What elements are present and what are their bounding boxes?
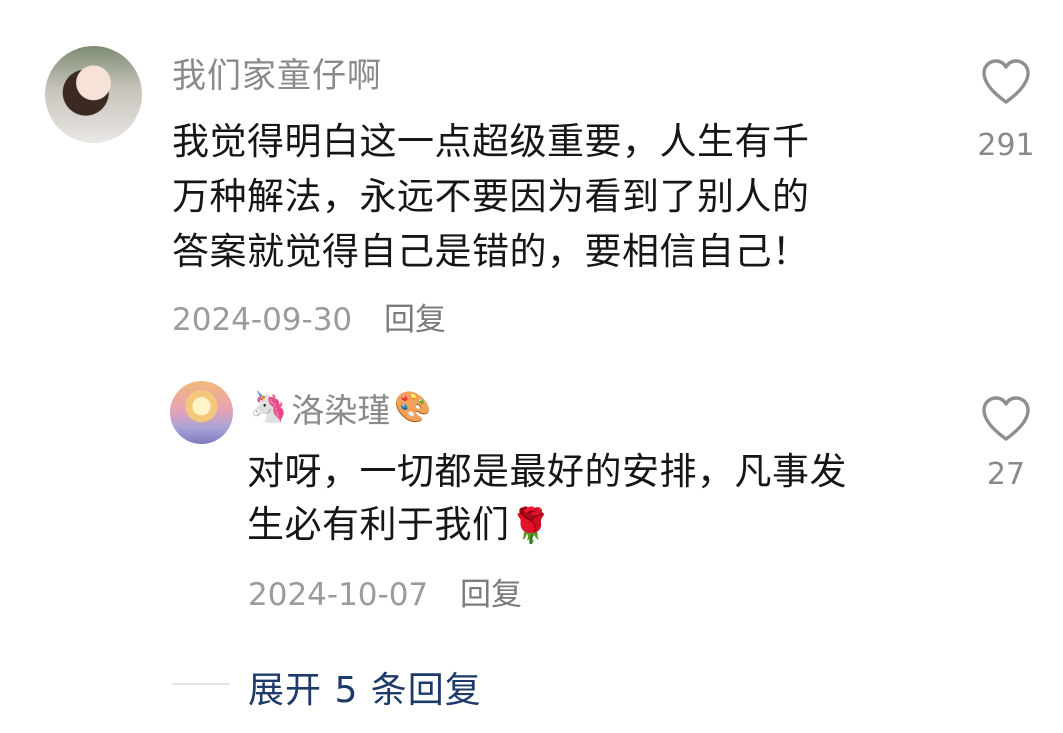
expand-replies-button[interactable]: 展开 5 条回复	[248, 661, 482, 713]
heart-outline-icon[interactable]	[980, 395, 1032, 443]
reply-button[interactable]: 回复	[384, 302, 446, 338]
like-control[interactable]: 291	[966, 58, 1046, 163]
palette-emoji-icon: 🎨	[394, 390, 432, 425]
reply-text-line: 生必有利于我们🌹	[247, 498, 847, 553]
reply-date: 2024-10-07	[248, 577, 429, 613]
like-count: 27	[986, 457, 1026, 492]
avatar[interactable]	[45, 46, 142, 143]
reply-text-line-content: 生必有利于我们	[247, 503, 510, 546]
comment-username[interactable]: 我们家童仔啊	[172, 48, 382, 97]
expand-divider	[172, 683, 230, 685]
reply-username-text: 洛染瑾	[291, 391, 391, 430]
reply-text: 对呀，一切都是最好的安排，凡事发 生必有利于我们🌹	[247, 445, 847, 553]
reply-meta: 2024-10-07 回复	[248, 569, 522, 614]
reply-button[interactable]: 回复	[460, 577, 522, 613]
avatar[interactable]	[170, 381, 233, 444]
comment-date: 2024-09-30	[172, 302, 353, 338]
comment-text: 我觉得明白这一点超级重要，人生有千 万种解法，永远不要因为看到了别人的 答案就觉…	[172, 114, 810, 279]
comment-meta: 2024-09-30 回复	[172, 294, 446, 339]
reply-username[interactable]: 🦄 洛染瑾 🎨	[250, 384, 432, 432]
rose-emoji-icon: 🌹	[509, 506, 553, 546]
comment-text-line: 我觉得明白这一点超级重要，人生有千	[172, 120, 810, 163]
comment-text-line: 万种解法，永远不要因为看到了别人的	[172, 175, 810, 218]
like-control[interactable]: 27	[966, 395, 1046, 492]
heart-outline-icon[interactable]	[980, 58, 1032, 106]
reply-text-line: 对呀，一切都是最好的安排，凡事发	[247, 450, 847, 493]
unicorn-emoji-icon: 🦄	[250, 390, 288, 425]
like-count: 291	[977, 128, 1035, 163]
comment-text-line: 答案就觉得自己是错的，要相信自己！	[172, 230, 810, 273]
